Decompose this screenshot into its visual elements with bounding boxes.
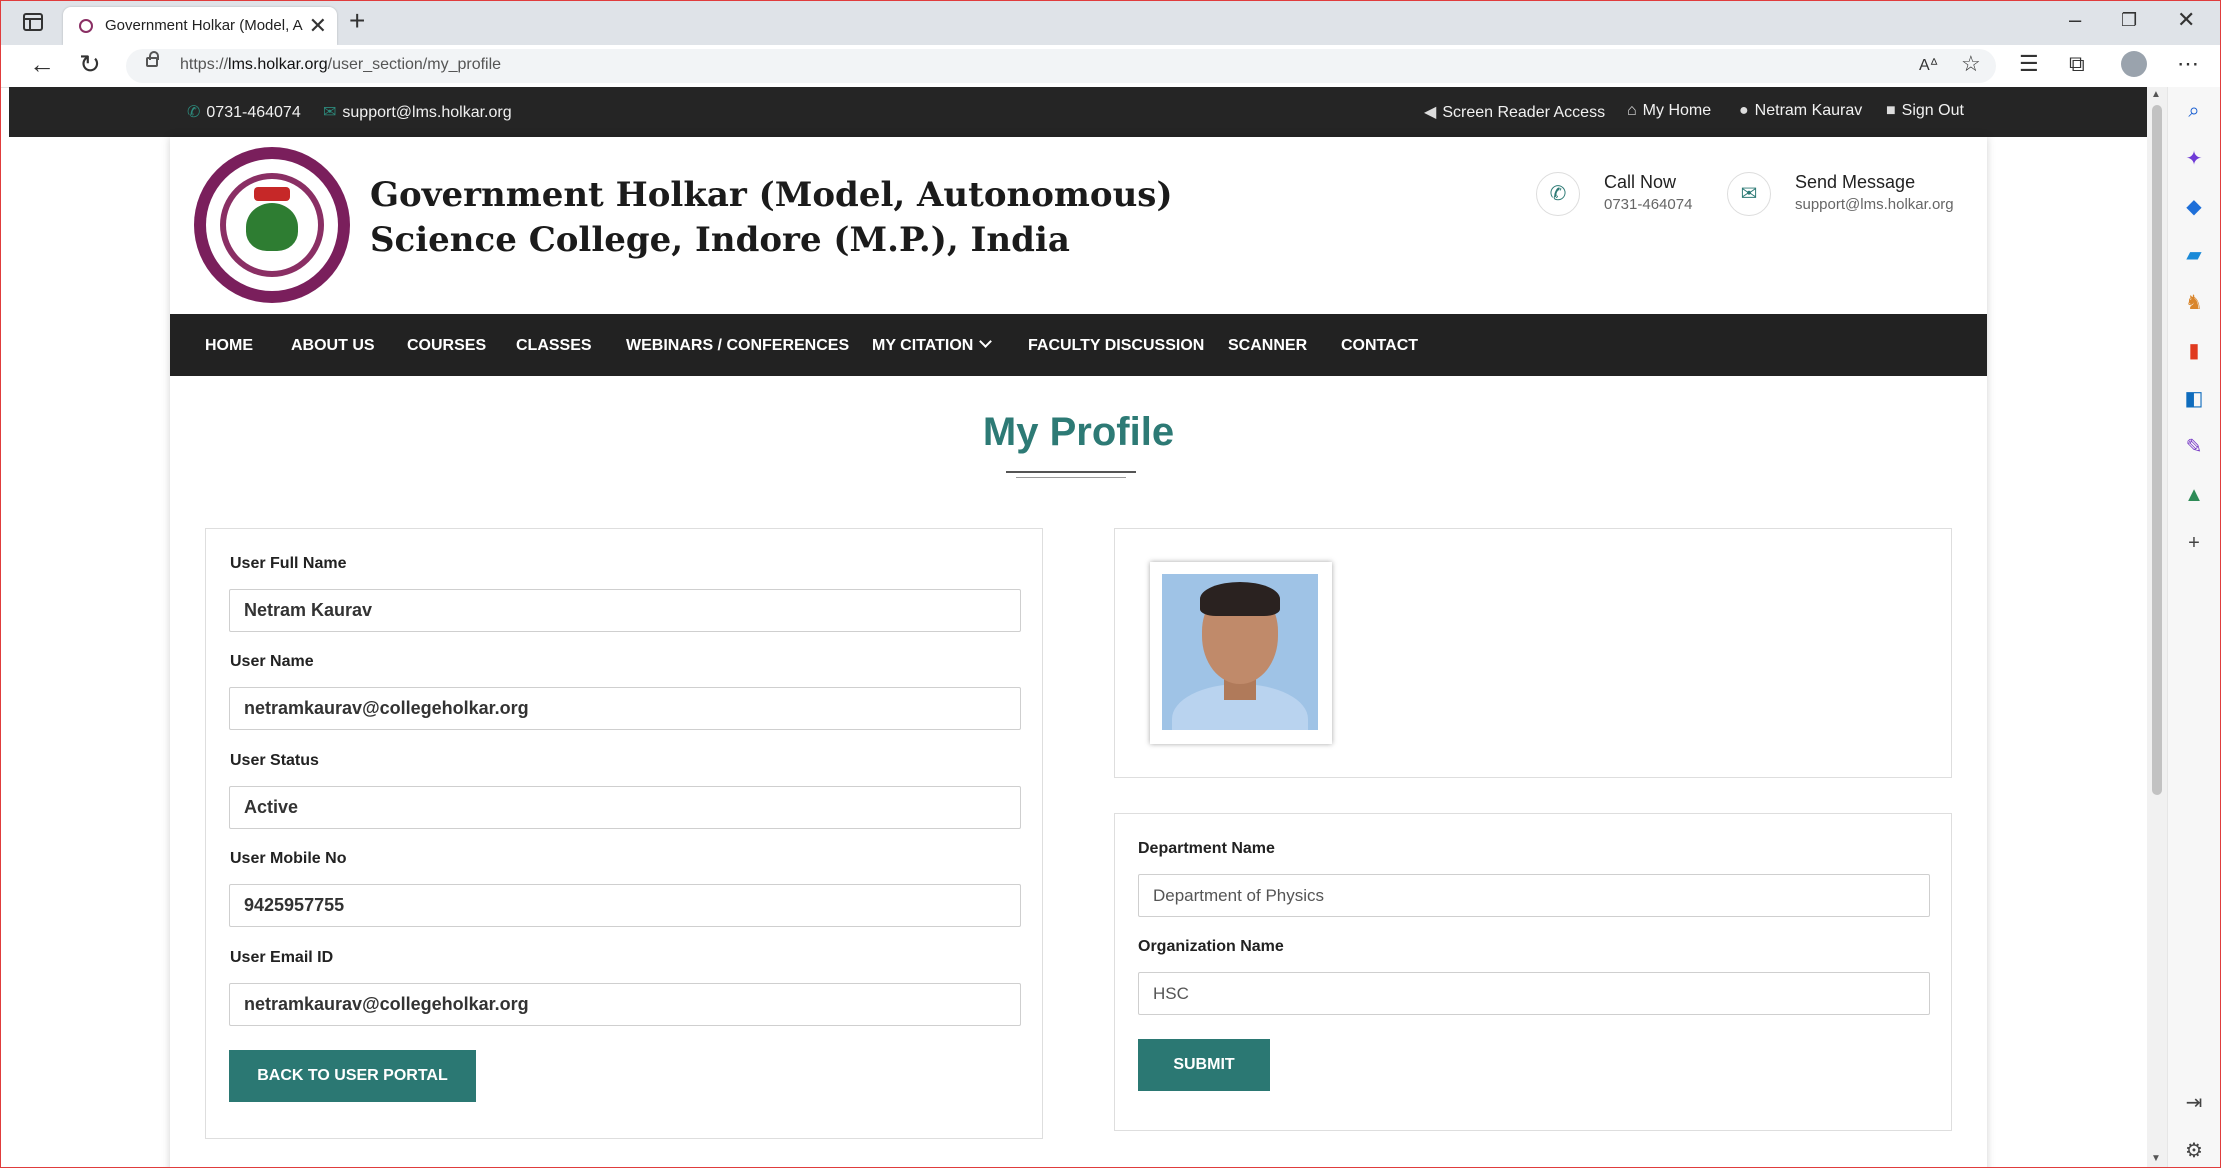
main-container: Government Holkar (Model, Autonomous) Sc… [170,137,1987,1167]
back-to-portal-button[interactable]: BACK TO USER PORTAL [229,1050,476,1102]
my-home-link[interactable]: ⌂ My Home [1627,102,1711,120]
scroll-up-icon[interactable]: ▲ [2151,89,2161,100]
restore-icon[interactable]: ❐ [2121,10,2137,31]
envelope-icon: ✉ [1727,172,1771,216]
nav-classes[interactable]: CLASSES [516,337,592,355]
organization-input[interactable]: HSC [1138,972,1930,1015]
edge-sidebar: ⌕ ✦ ◆ ▰ ♞ ▮ ◧ ✎ ▲ + ⇥ ⚙ [2167,87,2220,1167]
search-icon[interactable]: ⌕ [2182,99,2206,123]
phone-icon: ✆ [1536,172,1580,216]
tab-bar: Government Holkar (Model, Auto ✕ + – ❐ ✕ [1,1,2220,45]
send-message-title: Send Message [1795,172,1916,192]
add-favorite-icon[interactable]: ☆ [1961,51,1981,77]
new-tab-icon[interactable]: + [349,5,365,37]
call-now-title: Call Now [1604,172,1677,192]
tree-icon[interactable]: ▲ [2182,483,2206,507]
more-menu-icon[interactable]: ⋯ [2177,51,2199,77]
college-name: Government Holkar (Model, Autonomous) Sc… [370,175,1173,260]
favicon-icon [79,19,93,33]
status-field[interactable]: Active [229,786,1021,829]
topbar-email[interactable]: ✉ support@lms.holkar.org [323,102,512,122]
tab-title: Government Holkar (Model, Auto [105,17,303,34]
lock-icon [146,51,159,67]
nav-webinars[interactable]: WEBINARS / CONFERENCES [626,337,849,355]
topbar-phone[interactable]: ✆ 0731-464074 [187,102,301,122]
profile-photo [1150,562,1332,744]
back-icon[interactable]: ← [29,49,55,80]
games-icon[interactable]: ♞ [2182,291,2206,315]
nav-courses[interactable]: COURSES [407,337,486,355]
department-form-card: Department Name Department of Physics Or… [1114,813,1952,1131]
full-name-field[interactable]: Netram Kaurav [229,589,1021,632]
scroll-thumb[interactable] [2152,105,2162,795]
tab-actions-icon[interactable] [23,13,43,31]
nav-home[interactable]: HOME [205,337,253,355]
department-label: Department Name [1138,840,1275,857]
close-window-icon[interactable]: ✕ [2177,7,2195,33]
page-viewport: ✆ 0731-464074 ✉ support@lms.holkar.org ◀ Sc… [9,87,2147,1167]
mobile-label: User Mobile No [230,850,347,867]
profile-icon[interactable] [2121,51,2147,77]
username-field[interactable]: netramkaurav@collegeholkar.org [229,687,1021,730]
settings-gear-icon[interactable]: ⚙ [2182,1139,2206,1163]
college-logo[interactable] [194,147,350,303]
sign-out-link[interactable]: ■ Sign Out [1886,102,1964,120]
user-name-link[interactable]: ● Netram Kaurav [1739,102,1862,120]
copilot-icon[interactable]: ✦ [2182,147,2206,171]
close-tab-icon[interactable]: ✕ [309,13,327,39]
nav-about-us[interactable]: ABOUT US [291,337,375,355]
page-scrollbar[interactable]: ▲ ▼ [2147,87,2167,1167]
read-aloud-icon[interactable]: Aᐞ [1919,55,1938,75]
browser-window: Government Holkar (Model, Auto ✕ + – ❐ ✕… [0,0,2221,1168]
nav-contact[interactable]: CONTACT [1341,337,1418,355]
screen-reader-link[interactable]: ◀ Screen Reader Access [1424,102,1605,122]
title-underline-secondary [1016,477,1126,478]
top-info-bar: ✆ 0731-464074 ✉ support@lms.holkar.org ◀ Sc… [9,87,2147,137]
nav-scanner[interactable]: SCANNER [1228,337,1307,355]
nav-faculty-discussion[interactable]: FACULTY DISCUSSION [1028,337,1204,355]
send-message-email: support@lms.holkar.org [1795,196,1954,213]
username-label: User Name [230,653,314,670]
url-text: https://lms.holkar.org/user_section/my_p… [180,56,502,73]
add-app-icon[interactable]: + [2182,531,2206,555]
tools-icon[interactable]: ▰ [2182,243,2206,267]
speaker-icon: ◀ [1424,104,1437,121]
email-label: User Email ID [230,949,334,966]
profile-info-card: User Full Name Netram Kaurav User Name n… [205,528,1043,1139]
collections-icon[interactable]: ⧉ [2069,51,2085,77]
call-now-number: 0731-464074 [1604,196,1693,213]
outlook-icon[interactable]: ◧ [2182,387,2206,411]
full-name-label: User Full Name [230,555,347,572]
refresh-icon[interactable]: ↻ [79,49,101,80]
main-nav: HOME ABOUT US COURSES CLASSES WEBINARS /… [170,314,1987,376]
phone-icon: ✆ [187,104,201,121]
lock-icon: ■ [1886,102,1896,119]
home-icon: ⌂ [1627,102,1637,119]
email-field[interactable]: netramkaurav@collegeholkar.org [229,983,1021,1026]
mobile-field[interactable]: 9425957755 [229,884,1021,927]
profile-photo-card [1114,528,1952,778]
minimize-icon[interactable]: – [2069,7,2081,33]
title-underline [1006,471,1136,473]
url-input[interactable]: https://lms.holkar.org/user_section/my_p… [126,49,1996,83]
submit-button[interactable]: SUBMIT [1138,1039,1270,1091]
status-label: User Status [230,752,319,769]
scroll-down-icon[interactable]: ▼ [2151,1153,2161,1164]
organization-label: Organization Name [1138,938,1284,955]
envelope-icon: ✉ [323,104,337,121]
user-icon: ● [1739,102,1749,119]
shopping-tag-icon[interactable]: ◆ [2182,195,2206,219]
favorites-icon[interactable]: ☰ [2019,51,2039,77]
designer-icon[interactable]: ✎ [2182,435,2206,459]
hide-sidebar-icon[interactable]: ⇥ [2182,1091,2206,1115]
office-icon[interactable]: ▮ [2182,339,2206,363]
address-bar: ← ↻ https://lms.holkar.org/user_section/… [1,45,2220,88]
department-input[interactable]: Department of Physics [1138,874,1930,917]
page-title: My Profile [982,410,1175,454]
browser-tab[interactable]: Government Holkar (Model, Auto ✕ [63,7,337,45]
nav-my-citation[interactable]: MY CITATION [872,335,993,355]
chevron-down-icon [979,335,993,348]
